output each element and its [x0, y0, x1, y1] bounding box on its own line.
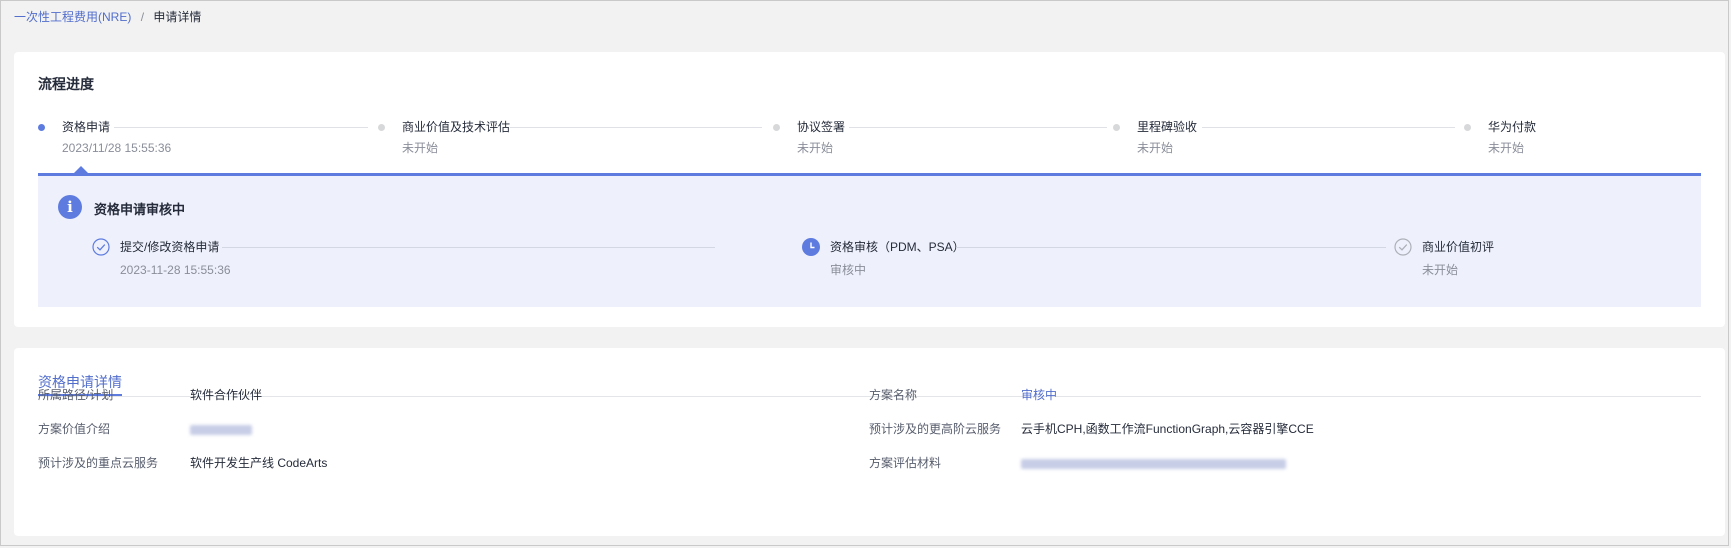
detail-row: 方案价值介绍	[38, 421, 110, 437]
detail-value-wrap: 软件合作伙伴	[190, 387, 262, 403]
step-label: 商业价值及技术评估	[402, 120, 511, 134]
detail-key: 方案价值介绍	[38, 422, 111, 436]
step-label: 里程碑验收	[1137, 120, 1198, 134]
check-circle-icon	[92, 238, 110, 256]
detail-row: 所属路径/计划	[38, 387, 113, 403]
substep-status: 未开始	[1422, 263, 1459, 277]
info-icon: i	[58, 195, 82, 219]
detail-row: 方案评估材料	[869, 455, 941, 471]
detail-row: 预计涉及的更高阶云服务	[869, 421, 1001, 437]
detail-value-wrap: 软件开发生产线 CodeArts	[190, 455, 327, 471]
substep-label: 提交/修改资格申请	[120, 240, 220, 254]
step-dot	[378, 124, 385, 131]
step-status: 未开始	[1488, 141, 1525, 155]
step-connector	[114, 127, 368, 128]
step-time: 2023/11/28 15:55:36	[62, 141, 172, 155]
detail-value-wrap: 云手机CPH,函数工作流FunctionGraph,云容器引擎CCE	[1021, 421, 1314, 437]
substep-connector	[222, 247, 715, 248]
step-dot	[1113, 124, 1120, 131]
detail-key: 方案名称	[869, 388, 918, 402]
progress-title: 流程进度	[38, 76, 94, 92]
step-label: 协议签署	[797, 120, 846, 134]
detail-row: 方案名称	[869, 387, 917, 403]
detail-key: 预计涉及的更高阶云服务	[869, 422, 1002, 436]
step-label: 资格申请	[62, 120, 111, 134]
step-label: 华为付款	[1488, 120, 1537, 134]
substep-label: 商业价值初评	[1422, 240, 1495, 254]
step-connector	[1202, 127, 1455, 128]
clock-icon	[802, 238, 820, 256]
detail-value: 软件开发生产线 CodeArts	[190, 456, 328, 470]
step-status: 未开始	[402, 141, 439, 155]
breadcrumb-separator: /	[140, 10, 145, 24]
detail-key: 方案评估材料	[869, 456, 942, 470]
step-status: 未开始	[1137, 141, 1174, 155]
detail-value-wrap: 审核中	[1021, 387, 1057, 403]
breadcrumb-link-nre[interactable]: 一次性工程费用(NRE)	[14, 10, 131, 24]
breadcrumb: 一次性工程费用(NRE) / 申请详情	[14, 9, 201, 25]
step-detail-panel: i 资格申请审核中 提交/修改资格申请 2023-11-28 15:55:36 …	[38, 176, 1701, 307]
evaluation-material-file-link[interactable]	[1021, 458, 1286, 469]
active-step-caret	[74, 166, 88, 173]
detail-row: 预计涉及的重点云服务	[38, 455, 158, 471]
step-dot	[773, 124, 780, 131]
detail-value-wrap	[190, 421, 252, 437]
detail-key: 所属路径/计划	[38, 388, 114, 402]
substep-time: 2023-11-28 15:55:36	[120, 263, 231, 277]
step-connector	[510, 127, 762, 128]
progress-card: 流程进度 资格申请 2023/11/28 15:55:36 商业价值及技术评估 …	[14, 52, 1725, 327]
detail-value: 软件合作伙伴	[190, 388, 263, 402]
step-dot-active	[38, 124, 45, 131]
detail-key: 预计涉及的重点云服务	[38, 456, 159, 470]
detail-value: 云手机CPH,函数工作流FunctionGraph,云容器引擎CCE	[1021, 422, 1314, 436]
breadcrumb-current: 申请详情	[153, 10, 202, 24]
solution-name-link[interactable]: 审核中	[1021, 388, 1057, 402]
step-connector	[849, 127, 1107, 128]
substep-label: 资格审核（PDM、PSA）	[830, 240, 965, 254]
details-card: 资格申请详情 所属路径/计划 软件合作伙伴 方案价值介绍 预计涉及的重点云服务 …	[14, 348, 1725, 536]
substep-connector	[956, 247, 1386, 248]
redacted-value	[190, 424, 252, 435]
substep-status: 审核中	[830, 263, 867, 277]
step-dot	[1464, 124, 1471, 131]
step-status: 未开始	[797, 141, 834, 155]
detail-value-wrap	[1021, 455, 1286, 471]
check-circle-outline-icon	[1394, 238, 1412, 256]
panel-title: 资格申请审核中	[94, 202, 186, 217]
